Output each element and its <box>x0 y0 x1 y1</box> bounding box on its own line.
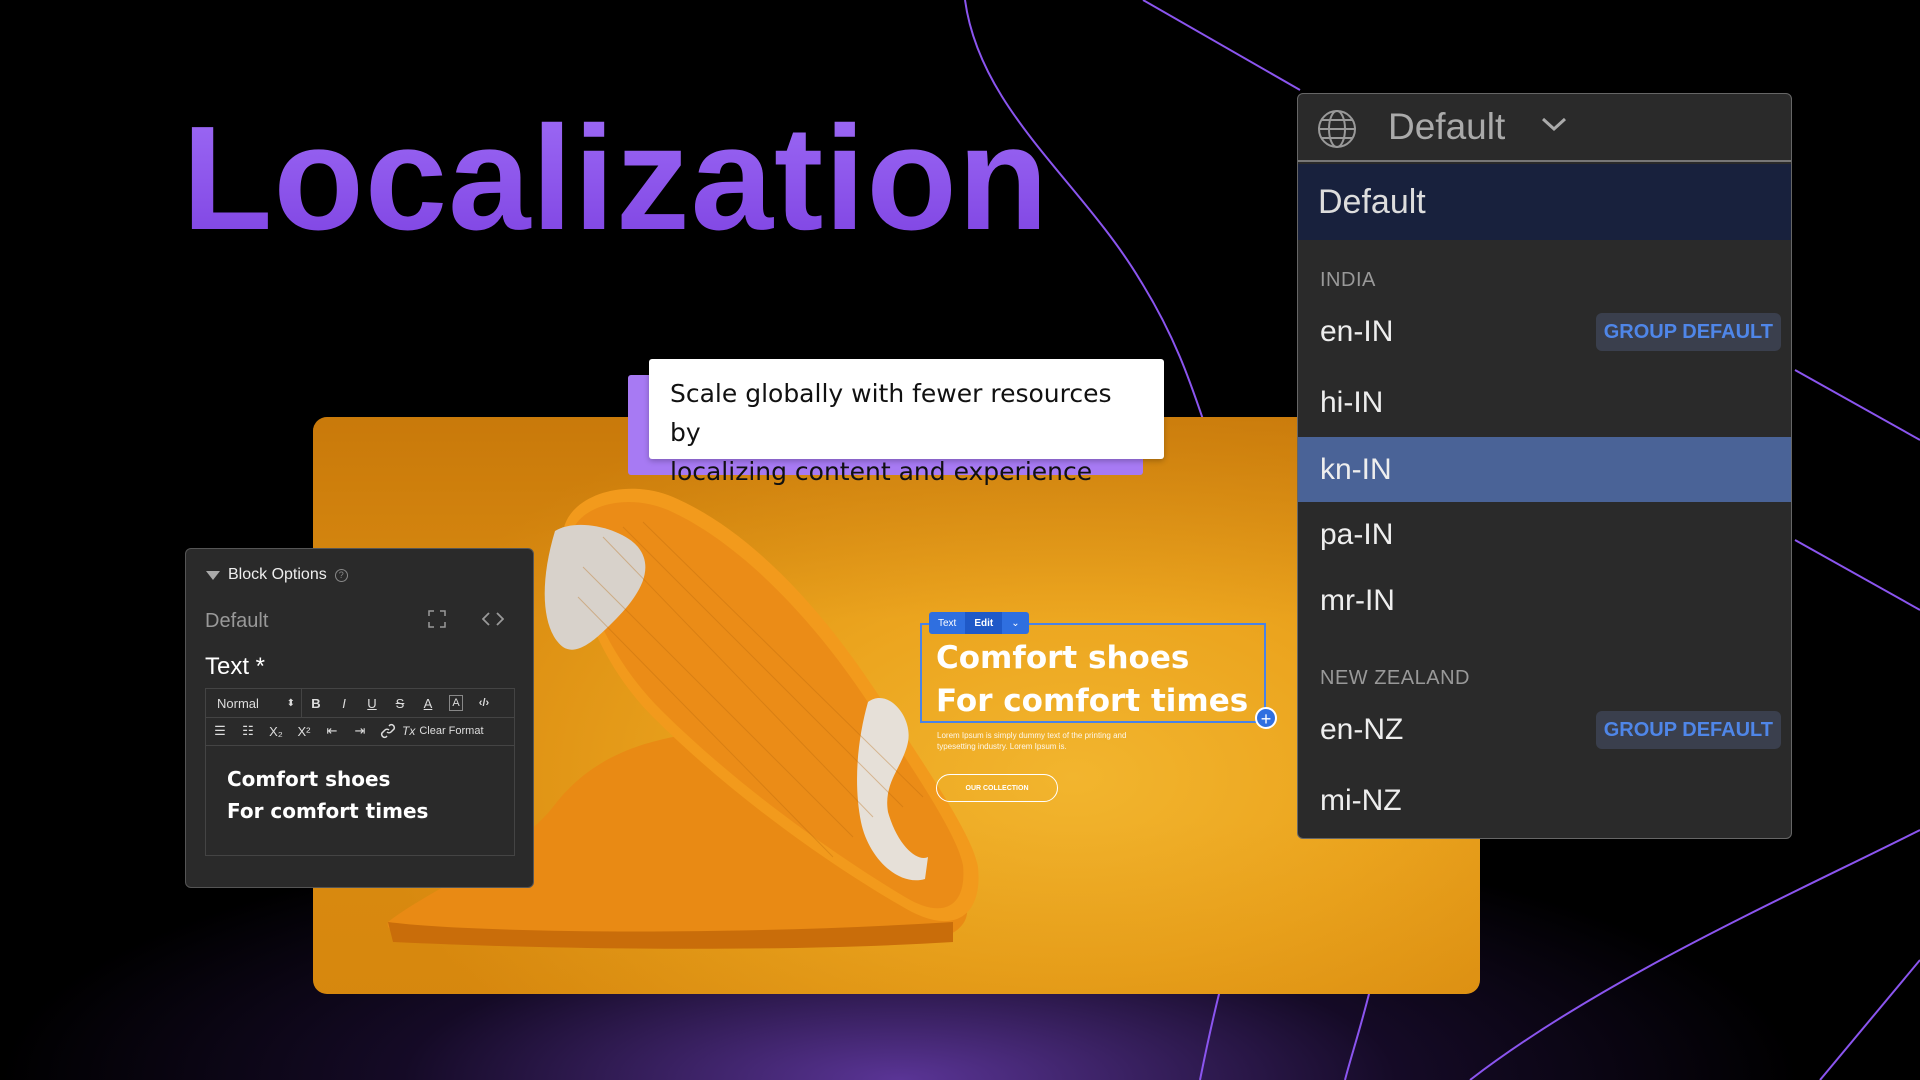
bullet-list-icon[interactable]: ☷ <box>234 717 262 745</box>
our-collection-button[interactable]: OUR COLLECTION <box>936 774 1058 802</box>
locale-option-label: en-IN <box>1320 315 1394 348</box>
indent-icon[interactable]: ⇥ <box>346 717 374 745</box>
locale-option-default[interactable]: Default <box>1298 164 1791 240</box>
bold-button[interactable]: B <box>302 689 330 717</box>
outdent-icon[interactable]: ⇤ <box>318 717 346 745</box>
code-view-button[interactable]: ‹/› <box>470 689 498 717</box>
selection-toolbar[interactable]: Text Edit ⌄ <box>929 612 1029 634</box>
locale-option-mi-nz[interactable]: mi-NZ <box>1298 769 1791 833</box>
subscript-button[interactable]: X₂ <box>262 717 290 745</box>
clear-format-icon: Tx <box>402 724 416 738</box>
format-select[interactable]: Normal ⬍ <box>206 689 302 717</box>
page-title: Localization <box>182 90 1049 268</box>
tagline-card: Scale globally with fewer resources by l… <box>649 359 1164 486</box>
superscript-button[interactable]: X² <box>290 717 318 745</box>
background-color-glyph: A <box>449 695 463 711</box>
clear-format-label: Clear Format <box>419 725 484 737</box>
locale-dropdown-trigger[interactable]: Default <box>1298 94 1791 162</box>
group-default-badge: GROUP DEFAULT <box>1595 313 1781 351</box>
expand-icon[interactable] <box>428 610 446 628</box>
background-color-button[interactable]: A <box>442 689 470 717</box>
toolbar-row-1: Normal ⬍ B I U S A A ‹/› <box>206 689 514 718</box>
locale-option-label: kn-IN <box>1320 452 1392 486</box>
tagline-line-1: Scale globally with fewer resources by <box>670 379 1112 447</box>
locale-value: Default <box>205 610 269 632</box>
chevron-down-icon <box>1541 117 1567 132</box>
locale-option-label: pa-IN <box>1320 518 1394 551</box>
editor-line-1: Comfort shoes <box>227 767 391 791</box>
locale-option-label: mr-IN <box>1320 584 1395 617</box>
hero-body-text: Lorem Ipsum is simply dummy text of the … <box>937 730 1167 752</box>
hero-heading-line-1: Comfort shoes <box>936 640 1190 676</box>
locale-option-mr-in[interactable]: mr-IN <box>1298 569 1791 633</box>
locale-dropdown: Default Default INDIA en-IN GROUP DEFAUL… <box>1297 93 1792 839</box>
code-icon[interactable] <box>482 610 504 628</box>
toolbar-row-2: ☰ ☷ X₂ X² ⇤ ⇥ Tx Clear Format <box>206 717 514 746</box>
locale-group-india: INDIA <box>1320 269 1376 291</box>
editor-content[interactable]: Comfort shoes For comfort times <box>227 763 428 827</box>
add-block-button[interactable]: + <box>1255 707 1277 729</box>
locale-option-label: en-NZ <box>1320 713 1404 746</box>
block-options-actions <box>428 610 504 628</box>
text-field-label: Text * <box>205 653 266 680</box>
strikethrough-button[interactable]: S <box>386 689 414 717</box>
editor-line-2: For comfort times <box>227 799 429 823</box>
tagline-line-2: localizing content and experience <box>670 457 1093 486</box>
locale-option-en-nz[interactable]: en-NZ GROUP DEFAULT <box>1298 698 1791 762</box>
help-icon[interactable]: ? <box>334 568 348 582</box>
block-type-label: Text <box>938 617 957 629</box>
edit-button[interactable]: Edit <box>965 612 1003 634</box>
group-default-badge: GROUP DEFAULT <box>1595 711 1781 749</box>
locale-option-pa-in[interactable]: pa-IN <box>1298 503 1791 567</box>
underline-button[interactable]: U <box>358 689 386 717</box>
chevron-down-icon[interactable]: ⌄ <box>1002 612 1028 634</box>
italic-button[interactable]: I <box>330 689 358 717</box>
locale-dropdown-value: Default <box>1388 106 1506 147</box>
globe-icon <box>1318 110 1356 148</box>
hero-body-line-2: typesetting industry. Lorem Ipsum is. <box>937 742 1067 751</box>
rich-text-editor[interactable]: Normal ⬍ B I U S A A ‹/› ☰ ☷ X₂ X² ⇤ ⇥ Tx… <box>205 688 515 856</box>
link-icon[interactable] <box>374 717 402 745</box>
block-options-panel: Block Options ? Default Text * Normal ⬍ B… <box>185 548 534 888</box>
locale-group-new-zealand: NEW ZEALAND <box>1320 667 1470 689</box>
select-arrows-icon: ⬍ <box>286 697 295 709</box>
locale-option-label: mi-NZ <box>1320 784 1402 817</box>
block-options-header[interactable]: Block Options ? <box>206 566 348 584</box>
locale-option-en-in[interactable]: en-IN GROUP DEFAULT <box>1298 300 1791 364</box>
locale-option-hi-in[interactable]: hi-IN <box>1298 371 1791 435</box>
hero-body-line-1: Lorem Ipsum is simply dummy text of the … <box>937 731 1127 740</box>
format-select-value: Normal <box>217 695 259 711</box>
locale-option-label: hi-IN <box>1320 386 1384 419</box>
hero-heading[interactable]: Comfort shoes For comfort times <box>936 637 1248 723</box>
block-options-title: Block Options <box>228 566 327 583</box>
locale-option-kn-in[interactable]: kn-IN <box>1298 437 1791 502</box>
hero-heading-line-2: For comfort times <box>936 683 1249 719</box>
font-color-button[interactable]: A <box>414 689 442 717</box>
collapse-triangle-icon[interactable] <box>206 570 220 580</box>
clear-format-button[interactable]: Tx Clear Format <box>402 717 484 745</box>
ordered-list-icon[interactable]: ☰ <box>206 717 234 745</box>
